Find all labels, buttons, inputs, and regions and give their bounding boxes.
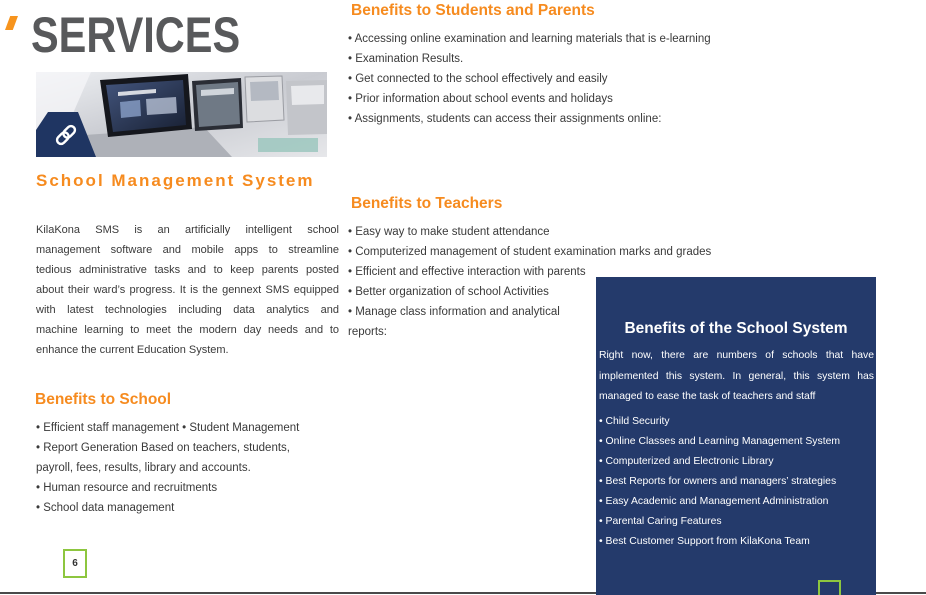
students-parents-benefit-item: • Prior information about school events … [348, 93, 613, 105]
school-system-benefits-list: • Child Security • Online Classes and Le… [599, 412, 840, 552]
teachers-heading: Benefits to Teachers [351, 195, 503, 212]
accent-mark [5, 16, 18, 30]
sms-description-line: tedious administrative tasks and to keep… [36, 264, 339, 276]
sms-description-line: with latest technologies including data … [36, 304, 339, 316]
school-system-benefit-item: • Computerized and Electronic Library [599, 456, 774, 467]
school-system-intro-line: Right now, there are numbers of schools … [599, 350, 874, 361]
school-system-intro-line: implemented this system. In general, thi… [599, 370, 874, 382]
school-system-intro-line: managed to ease the task of teachers and… [599, 391, 816, 402]
tablet-display-tile [250, 81, 279, 101]
next-page-number-box [818, 580, 841, 595]
sms-heading: School Management System [36, 171, 315, 190]
side-screen-tile [291, 85, 324, 105]
hero-image [36, 72, 327, 157]
sms-description-line: machine learning to meet the modern day … [36, 324, 339, 336]
school-system-heading: Benefits of the School System [624, 320, 848, 337]
accent-panel [258, 138, 318, 152]
school-benefit-item: • School data management [36, 502, 175, 514]
sms-description: KilaKona SMS is an artificially intellig… [36, 220, 339, 360]
laptop-display-tile [120, 100, 141, 118]
students-parents-benefits-list: • Accessing online examination and learn… [348, 29, 711, 129]
sms-description-line: about their ward’s progress. It is the g… [36, 284, 339, 296]
school-benefit-item: • Efficient staff management • Student M… [36, 422, 300, 434]
students-parents-benefit-item: • Accessing online examination and learn… [348, 33, 711, 45]
students-parents-heading: Benefits to Students and Parents [351, 2, 595, 19]
hero-devices-illustration [36, 72, 327, 157]
page-number: 6 [63, 549, 87, 578]
school-system-benefit-item: • Best Reports for owners and managers’ … [599, 476, 837, 487]
school-system-intro: Right now, there are numbers of schools … [599, 346, 874, 408]
sms-description-line: KilaKona SMS is an artificially intellig… [36, 224, 339, 236]
teacher-benefit-item: • Computerized management of student exa… [348, 246, 712, 258]
students-parents-benefit-item: • Examination Results. [348, 53, 464, 65]
teacher-benefit-item: • Manage class information and analytica… [348, 306, 560, 338]
school-benefit-item: • Human resource and recruitments [36, 482, 218, 494]
laptop-display-tile [146, 97, 177, 115]
school-benefit-item: • Report Generation Based on teachers, s… [36, 442, 290, 474]
page-title: SERVICES [31, 7, 241, 63]
school-system-benefit-item: • Online Classes and Learning Management… [599, 436, 841, 447]
school-benefits-heading: Benefits to School [35, 391, 172, 408]
students-parents-benefit-item: • Get connected to the school effectivel… [348, 73, 608, 85]
school-system-benefit-item: • Parental Caring Features [599, 516, 722, 527]
sms-description-line: enhance the current Education System. [36, 344, 229, 356]
sms-description-line: management software and mobile apps to s… [36, 244, 339, 256]
school-benefits-list: • Efficient staff management • Student M… [36, 418, 336, 518]
teacher-benefit-item: • Easy way to make student attendance [348, 226, 550, 238]
school-system-benefit-item: • Child Security [599, 416, 670, 427]
school-system-benefit-item: • Best Customer Support from KilaKona Te… [599, 536, 810, 547]
school-system-panel: Benefits of the School System Right now,… [596, 277, 876, 595]
students-parents-benefit-item: • Assignments, students can access their… [348, 113, 662, 125]
school-system-benefit-item: • Easy Academic and Management Administr… [599, 496, 829, 507]
